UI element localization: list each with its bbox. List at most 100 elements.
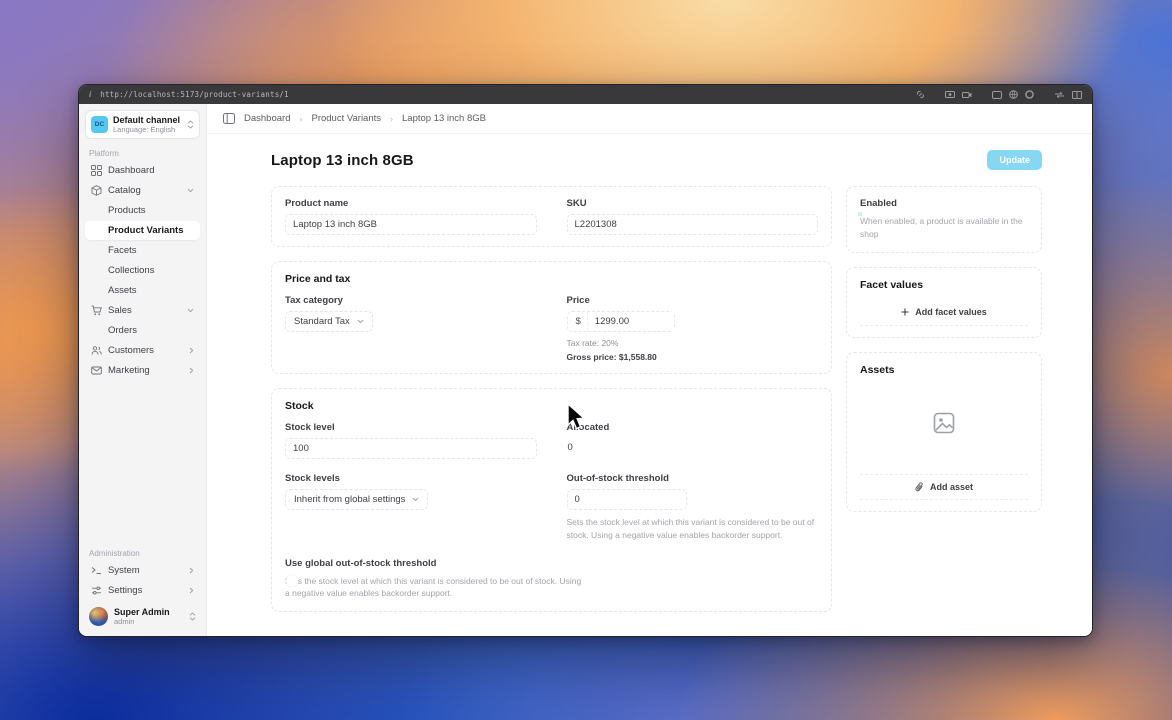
sidebar-item-products[interactable]: Products — [85, 201, 200, 220]
card-assets: Assets Add asset — [846, 351, 1042, 512]
browser-toolbar: i http://localhost:5173/product-variants… — [79, 85, 1092, 104]
stock-levels-value: Inherit from global settings — [294, 494, 406, 505]
sidebar-item-settings[interactable]: Settings — [85, 581, 200, 600]
chevron-down-icon — [413, 497, 419, 502]
tax-rate-note: Tax rate: 20% — [566, 338, 619, 348]
users-icon — [91, 345, 102, 356]
plus-icon — [901, 308, 909, 315]
card-facet-values: Facet values Add facet values — [846, 266, 1042, 338]
sidebar-item-sales[interactable]: Sales — [85, 301, 200, 320]
sku-label: SKU — [566, 198, 587, 209]
chevron-right-icon: › — [299, 113, 303, 124]
stock-heading: Stock — [285, 400, 314, 412]
sidebar-item-product-variants[interactable]: Product Variants — [85, 221, 200, 240]
add-asset-button[interactable]: Add asset — [860, 473, 1028, 500]
use-global-threshold-label: Use global out-of-stock threshold — [285, 557, 437, 569]
threshold-help-text: Sets the stock level at which this varia… — [566, 517, 815, 540]
sidebar-item-label: Product Variants — [108, 225, 184, 236]
sidebar-item-assets[interactable]: Assets — [85, 281, 200, 300]
sidebar-item-facets[interactable]: Facets — [85, 241, 200, 260]
allocated-label: Allocated — [566, 422, 610, 433]
update-button[interactable]: Update — [987, 150, 1042, 170]
sidebar-item-label: Products — [108, 205, 146, 216]
split-view-icon[interactable] — [1072, 90, 1082, 99]
add-asset-label: Add asset — [929, 481, 973, 492]
stock-level-input[interactable] — [285, 438, 537, 459]
tax-category-label: Tax category — [285, 295, 343, 306]
chevron-right-icon — [189, 587, 194, 594]
add-facet-values-label: Add facet values — [915, 306, 987, 317]
sidebar-item-label: Collections — [108, 265, 155, 276]
section-label-administration: Administration — [89, 549, 140, 558]
paperclip-icon — [915, 481, 923, 491]
use-global-help-text: Sets the stock level at which this varia… — [285, 575, 582, 599]
stock-levels-select[interactable]: Inherit from global settings — [285, 489, 429, 510]
card-price-and-tax: Price and tax Tax category Standard Tax — [271, 261, 832, 374]
product-name-input[interactable] — [285, 214, 537, 235]
price-input[interactable] — [587, 312, 674, 331]
price-tax-heading: Price and tax — [285, 273, 351, 285]
price-label: Price — [566, 295, 590, 306]
chevron-down-icon — [187, 308, 194, 313]
card-stock: Stock Stock level Allocated 0 — [271, 388, 832, 612]
facet-values-heading: Facet values — [860, 278, 924, 291]
link-icon[interactable] — [916, 90, 925, 99]
sidebar-item-dashboard[interactable]: Dashboard — [85, 161, 200, 180]
side-panel: Enabled When enabled, a product is avail… — [846, 186, 1042, 512]
mail-icon — [91, 365, 102, 376]
breadcrumb-dashboard[interactable]: Dashboard — [244, 113, 290, 124]
breadcrumb-product-variants[interactable]: Product Variants — [311, 113, 381, 124]
sidebar-item-label: Assets — [108, 285, 137, 296]
channel-name: Default channel — [113, 115, 181, 125]
tab-icon[interactable] — [992, 90, 1002, 99]
avatar — [89, 607, 108, 626]
sync-icon[interactable] — [1054, 91, 1065, 99]
chevron-updown-icon — [189, 608, 196, 626]
chevron-right-icon — [189, 567, 194, 574]
dashboard-icon — [91, 165, 102, 176]
breadcrumb: Dashboard › Product Variants › Laptop 13… — [207, 104, 1092, 134]
sidebar-toggle-icon[interactable] — [223, 113, 235, 124]
catalog-icon — [91, 185, 102, 196]
tax-category-value: Standard Tax — [294, 316, 350, 327]
user-menu[interactable]: Super Admin admin — [85, 601, 200, 628]
stock-level-label: Stock level — [285, 422, 335, 433]
sidebar-item-marketing[interactable]: Marketing — [85, 361, 200, 380]
cart-icon — [91, 305, 102, 316]
main-area: Dashboard › Product Variants › Laptop 13… — [207, 104, 1092, 636]
product-name-label: Product name — [285, 198, 349, 209]
page-title: Laptop 13 inch 8GB — [271, 151, 414, 169]
chevron-down-icon — [357, 319, 364, 324]
add-facet-values-button[interactable]: Add facet values — [860, 301, 1028, 326]
sidebar-item-label: Customers — [108, 345, 154, 356]
globe-icon[interactable] — [1009, 90, 1018, 99]
sidebar-item-catalog[interactable]: Catalog — [85, 181, 200, 200]
out-of-stock-threshold-input[interactable] — [566, 489, 687, 510]
chevron-right-icon: › — [390, 113, 394, 124]
sidebar-item-collections[interactable]: Collections — [85, 261, 200, 280]
sku-input[interactable] — [566, 214, 818, 235]
info-icon: i — [89, 90, 92, 99]
sidebar-item-label: Facets — [108, 245, 137, 256]
terminal-icon — [91, 565, 102, 576]
enabled-label: Enabled — [860, 198, 897, 209]
record-icon[interactable] — [1025, 90, 1034, 99]
sidebar-item-label: System — [108, 565, 140, 576]
url-bar[interactable]: http://localhost:5173/product-variants/1 — [100, 90, 289, 99]
channel-language: Language: English — [113, 125, 176, 134]
image-placeholder-icon — [933, 412, 955, 433]
sidebar-item-orders[interactable]: Orders — [85, 321, 200, 340]
card-enabled: Enabled When enabled, a product is avail… — [846, 186, 1042, 253]
channel-switcher[interactable]: DC Default channel Language: English — [85, 110, 200, 139]
sidebar-item-label: Sales — [108, 305, 132, 316]
sidebar-item-system[interactable]: System — [85, 561, 200, 580]
camera-icon[interactable] — [962, 91, 972, 99]
screen-share-icon[interactable] — [945, 90, 955, 99]
sidebar-item-label: Orders — [108, 325, 138, 336]
assets-heading: Assets — [860, 363, 895, 376]
tax-category-select[interactable]: Standard Tax — [285, 311, 373, 332]
sidebar-item-customers[interactable]: Customers — [85, 341, 200, 360]
chevron-updown-icon — [187, 116, 194, 134]
currency-symbol: $ — [568, 312, 588, 331]
chevron-down-icon — [187, 188, 194, 193]
